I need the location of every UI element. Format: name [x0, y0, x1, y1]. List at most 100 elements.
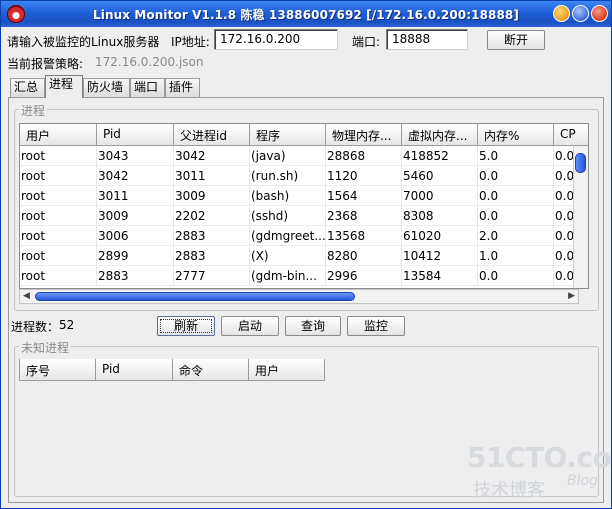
close-button[interactable] — [591, 5, 608, 22]
unknown-process-table: 序号 Pid 命令 用户 — [19, 359, 325, 381]
table-cell: 5460 — [402, 166, 478, 186]
table-cell: 2996 — [326, 266, 402, 286]
port-input[interactable]: 18888 — [386, 29, 468, 50]
disconnect-button[interactable]: 断开 — [487, 30, 545, 50]
table-cell: 3009 — [174, 186, 250, 206]
table-cell: root — [20, 226, 97, 246]
table-cell: 7000 — [402, 186, 478, 206]
refresh-button[interactable]: 刷新 — [157, 316, 215, 336]
window-title: Linux Monitor V1.1.8 陈稳 13886007692 [/17… — [93, 8, 519, 22]
table-cell: root — [20, 186, 97, 206]
scroll-left-arrow-icon[interactable]: ◀ — [23, 291, 30, 301]
unknown-process-group-title: 未知进程 — [19, 339, 72, 356]
table-cell: (X) — [250, 246, 326, 266]
title-bar[interactable]: Linux Monitor V1.1.8 陈稳 13886007692 [/17… — [1, 1, 611, 27]
table-cell: 3042 — [97, 166, 174, 186]
app-window: Linux Monitor V1.1.8 陈稳 13886007692 [/17… — [0, 0, 612, 509]
column-header-ppid[interactable]: 父进程id — [174, 124, 250, 146]
table-cell: 0.0 — [478, 166, 554, 186]
column-header-user[interactable]: 用户 — [249, 359, 325, 381]
tab-process[interactable]: 进程 — [45, 75, 83, 98]
table-cell: 8280 — [326, 246, 402, 266]
table-cell: root — [20, 206, 97, 226]
watermark-site: 51CTO.com — [467, 441, 612, 474]
column-header-index[interactable]: 序号 — [19, 359, 96, 381]
table-cell: 5.0 — [478, 146, 554, 166]
column-header-physical-mem[interactable]: 物理内存... — [326, 124, 402, 146]
table-cell: 3011 — [97, 186, 174, 206]
table-cell: 1.0 — [478, 246, 554, 266]
table-cell: 2.0 — [478, 226, 554, 246]
table-cell: 0.0 — [478, 206, 554, 226]
table-cell: 3043 — [97, 146, 174, 166]
column-header-user[interactable]: 用户 — [20, 124, 97, 146]
vertical-scrollbar[interactable] — [573, 146, 588, 288]
table-cell: (sshd) — [250, 206, 326, 226]
process-table: 用户 Pid 父进程id 程序 物理内存... 虚拟内存... 内存% CP r… — [19, 123, 589, 289]
table-cell: 10412 — [402, 246, 478, 266]
column-header-pid[interactable]: Pid — [97, 124, 174, 146]
tab-plugin-label: 插件 — [169, 80, 194, 94]
table-cell: 3009 — [97, 206, 174, 226]
table-row[interactable]: root 3009 2202 (sshd) 2368 8308 0.0 0.0 — [20, 206, 588, 226]
policy-value: 172.16.0.200.json — [95, 55, 204, 69]
table-cell: 3011 — [174, 166, 250, 186]
table-cell: 61020 — [402, 226, 478, 246]
table-cell: (run.sh) — [250, 166, 326, 186]
table-cell: 1120 — [326, 166, 402, 186]
start-button[interactable]: 启动 — [221, 316, 279, 336]
table-row[interactable]: root 2883 2777 (gdm-bin... 2996 13584 0.0 0.0 — [20, 266, 588, 286]
server-prompt-label: 请输入被监控的Linux服务器 — [7, 35, 160, 49]
table-cell: (gdm-bin... — [250, 266, 326, 286]
tab-summary[interactable]: 汇总 — [10, 78, 45, 97]
table-cell: 28868 — [326, 146, 402, 166]
tab-port[interactable]: 端口 — [130, 78, 165, 97]
table-cell: 2368 — [326, 206, 402, 226]
table-cell: root — [20, 146, 97, 166]
scroll-right-arrow-icon[interactable]: ▶ — [568, 291, 575, 301]
column-header-command[interactable]: 命令 — [173, 359, 249, 381]
tab-firewall[interactable]: 防火墙 — [83, 78, 130, 97]
table-row[interactable]: root 3006 2883 (gdmgreet... 13568 61020 2.0 0.0 — [20, 226, 588, 246]
table-cell: (gdmgreet... — [250, 226, 326, 246]
ip-address-input[interactable]: 172.16.0.200 — [214, 29, 338, 50]
process-group-title: 进程 — [19, 102, 48, 119]
column-header-program[interactable]: 程序 — [250, 124, 326, 146]
maximize-button[interactable] — [572, 5, 589, 22]
column-header-mem-percent[interactable]: 内存% — [478, 124, 554, 146]
column-header-virtual-mem[interactable]: 虚拟内存... — [402, 124, 478, 146]
table-cell: 3042 — [174, 146, 250, 166]
table-cell: 8308 — [402, 206, 478, 226]
query-button[interactable]: 查询 — [285, 316, 341, 336]
watermark-blog: Blog — [567, 473, 598, 489]
table-cell: 2883 — [174, 246, 250, 266]
monitor-button[interactable]: 监控 — [347, 316, 405, 336]
table-cell: 2202 — [174, 206, 250, 226]
table-row[interactable]: root 3042 3011 (run.sh) 1120 5460 0.0 0.0 — [20, 166, 588, 186]
ip-label: IP地址: — [171, 35, 210, 49]
table-cell: 2883 — [97, 266, 174, 286]
table-cell: root — [20, 166, 97, 186]
column-header-pid[interactable]: Pid — [96, 359, 173, 381]
port-label: 端口: — [352, 35, 381, 49]
table-row[interactable]: root 2899 2883 (X) 8280 10412 1.0 0.0 — [20, 246, 588, 266]
tab-plugin[interactable]: 插件 — [165, 78, 200, 97]
table-cell: 13584 — [402, 266, 478, 286]
table-cell: root — [20, 266, 97, 286]
tab-process-label: 进程 — [49, 77, 74, 91]
process-count-value: 52 — [59, 318, 75, 332]
column-header-cpu[interactable]: CP — [554, 124, 588, 146]
table-row[interactable]: root 3011 3009 (bash) 1564 7000 0.0 0.0 — [20, 186, 588, 206]
table-cell: 2777 — [174, 266, 250, 286]
table-row[interactable]: root 3043 3042 (java) 28868 418852 5.0 0.0 — [20, 146, 588, 166]
table-cell: 1564 — [326, 186, 402, 206]
horizontal-scrollbar[interactable]: ◀ ▶ — [19, 289, 579, 304]
tab-summary-label: 汇总 — [14, 80, 39, 94]
watermark-text: 技术博客 — [473, 480, 545, 501]
table-cell: 418852 — [402, 146, 478, 166]
minimize-button[interactable] — [553, 5, 570, 22]
table-cell: root — [20, 246, 97, 266]
horizontal-scroll-thumb[interactable] — [35, 292, 355, 301]
vertical-scroll-thumb[interactable] — [575, 153, 586, 173]
table-cell: 2899 — [97, 246, 174, 266]
